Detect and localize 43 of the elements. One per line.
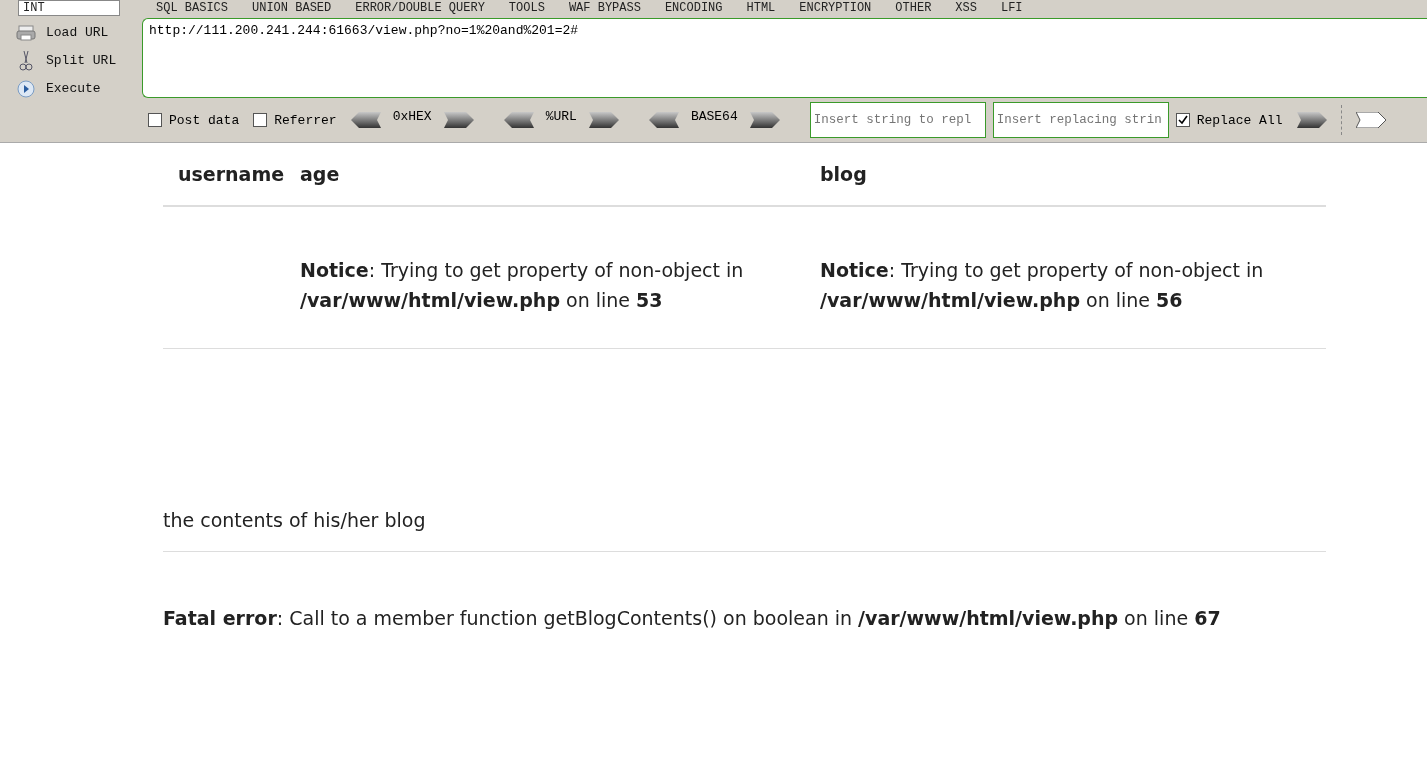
menu-item[interactable]: ENCODING bbox=[664, 1, 723, 15]
referrer-checkbox[interactable]: Referrer bbox=[253, 112, 337, 128]
menu-item[interactable]: ENCRYPTION bbox=[799, 1, 872, 15]
menu-item[interactable]: OTHER bbox=[895, 1, 932, 15]
replace-arrow-icon[interactable] bbox=[1296, 112, 1327, 128]
menu-item[interactable]: UNION BASED bbox=[252, 1, 332, 15]
encoding-label: %URL bbox=[545, 108, 577, 124]
menu-item[interactable]: WAF BYPASS bbox=[568, 1, 641, 15]
find-field[interactable]: Insert string to repl bbox=[809, 102, 986, 138]
blog-heading: the contents of his/her blog bbox=[163, 509, 427, 531]
menu-item[interactable]: ERROR/DOUBLE QUERY bbox=[355, 1, 485, 15]
encoding-label: 0xHEX bbox=[392, 108, 432, 124]
action-button[interactable]: Load URL bbox=[0, 20, 142, 45]
encode-arrow-icon[interactable] bbox=[749, 112, 780, 128]
encode-arrow-icon[interactable] bbox=[588, 112, 619, 128]
encode-arrow-icon[interactable] bbox=[443, 112, 474, 128]
encoding-label: BASE64 bbox=[690, 108, 738, 124]
decode-arrow-icon[interactable] bbox=[350, 112, 381, 128]
play-icon bbox=[17, 80, 35, 97]
scissors-icon bbox=[19, 50, 33, 70]
column-header: username bbox=[177, 163, 286, 185]
replace-all-checkbox[interactable]: Replace All bbox=[1175, 112, 1283, 128]
check-icon bbox=[1177, 115, 1188, 125]
notice-message: Notice: Trying to get property of non-object in /var/www/html/view.php on line 53 bbox=[300, 259, 744, 311]
decode-arrow-icon[interactable] bbox=[503, 112, 534, 128]
type-dropdown[interactable]: INT bbox=[18, 0, 120, 16]
url-field[interactable]: http://111.200.241.244:61663/view.php?no=1%20and%201=2# bbox=[142, 18, 1427, 98]
notice-message: Notice: Trying to get property of non-object in /var/www/html/view.php on line 56 bbox=[820, 259, 1264, 311]
replace-field[interactable]: Insert replacing strin bbox=[992, 102, 1169, 138]
menu-item[interactable]: SQL BASICS bbox=[156, 1, 228, 15]
menu-item[interactable]: TOOLS bbox=[508, 1, 545, 15]
next-arrow-icon[interactable] bbox=[1355, 112, 1386, 128]
action-button[interactable]: Execute bbox=[0, 76, 142, 101]
decode-arrow-icon[interactable] bbox=[648, 112, 679, 128]
error-message: Fatal error: Call to a member function getBlogContents() on boolean in /var/www/html/view.php on line 67 bbox=[163, 607, 1222, 629]
column-header: age bbox=[300, 163, 341, 185]
menu-item[interactable]: HTML bbox=[746, 1, 776, 15]
action-button[interactable]: Split URL bbox=[0, 48, 142, 73]
menu-item[interactable]: LFI bbox=[1000, 1, 1023, 15]
menu-item[interactable]: XSS bbox=[955, 1, 977, 15]
column-header: blog bbox=[820, 163, 868, 185]
post-data-checkbox[interactable]: Post data bbox=[148, 112, 240, 128]
printer-icon bbox=[16, 25, 36, 40]
